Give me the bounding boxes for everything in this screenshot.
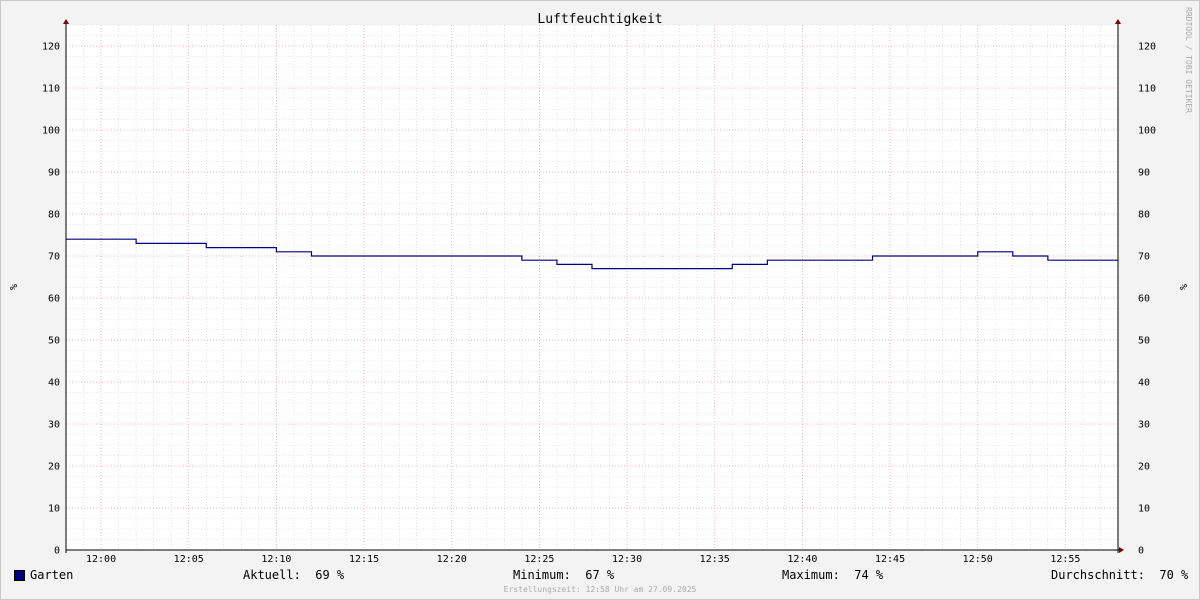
y-tick-label-right: 110 <box>1138 84 1156 95</box>
legend-minimum-label: Minimum: <box>513 568 571 582</box>
y-tick-label-right: 40 <box>1138 378 1150 389</box>
y-tick-label-left: 110 <box>42 84 60 95</box>
legend-current: Aktuell: 69 % <box>243 568 344 582</box>
x-tick-label: 12:40 <box>787 554 817 565</box>
y-tick-label-left: 20 <box>48 462 60 473</box>
x-tick-label: 12:05 <box>174 554 204 565</box>
right-axis-arrow-icon <box>1115 19 1121 24</box>
y-tick-label-left: 120 <box>42 42 60 53</box>
legend-minimum: Minimum: 67 % <box>513 568 614 582</box>
y-tick-label-left: 30 <box>48 420 60 431</box>
chart-svg: 0 10 20 30 40 50 60 70 80 90 100 110 120 0 10 20 30 40 50… <box>7 7 1193 565</box>
legend-average-value: 70 % <box>1159 568 1189 582</box>
y-tick-label-left: 80 <box>48 210 60 221</box>
legend-maximum: Maximum: 74 % <box>782 568 883 582</box>
y-tick-label-right: 50 <box>1138 336 1150 347</box>
y-axis-label-right: % <box>1177 284 1188 290</box>
right-y-tick-labels: 0 10 20 30 40 50 60 70 80 90 100 110 120 <box>1138 42 1156 557</box>
x-tick-labels: 12:00 12:05 12:10 12:15 12:20 12:25 12:30 12:35… <box>86 554 1080 565</box>
legend-current-value: 69 % <box>315 568 345 582</box>
y-axis-label-left: % <box>7 284 18 290</box>
y-tick-label-right: 80 <box>1138 210 1150 221</box>
left-y-tick-labels: 0 10 20 30 40 50 60 70 80 90 100 110 120 <box>42 42 60 557</box>
watermark: RRDTOOL / TOBI OETIKER <box>1184 7 1193 113</box>
legend-maximum-value: 74 % <box>854 568 884 582</box>
y-tick-label-right: 90 <box>1138 168 1150 179</box>
x-tick-label: 12:45 <box>875 554 905 565</box>
x-tick-label: 12:10 <box>261 554 291 565</box>
chart-title: Luftfeuchtigkeit <box>537 12 662 27</box>
footer-timestamp: Erstellungszeit: 12:58 Uhr am 27.09.2025 <box>503 585 697 594</box>
legend-minimum-value: 67 % <box>585 568 615 582</box>
y-tick-label-right: 100 <box>1138 126 1156 137</box>
x-tick-label: 12:35 <box>700 554 730 565</box>
legend-average-label: Durchschnitt: <box>1051 568 1145 582</box>
x-tick-label: 12:50 <box>963 554 993 565</box>
x-tick-label: 12:30 <box>612 554 642 565</box>
y-tick-label-left: 70 <box>48 252 60 263</box>
y-tick-label-left: 40 <box>48 378 60 389</box>
x-tick-label: 12:15 <box>349 554 379 565</box>
x-tick-label: 12:25 <box>524 554 554 565</box>
legend-maximum-label: Maximum: <box>782 568 840 582</box>
y-tick-label-right: 0 <box>1138 546 1144 557</box>
legend-swatch <box>14 570 25 581</box>
y-tick-label-left: 100 <box>42 126 60 137</box>
y-tick-label-left: 60 <box>48 294 60 305</box>
left-axis-arrow-icon <box>63 19 69 24</box>
y-tick-label-right: 20 <box>1138 462 1150 473</box>
legend-series-name: Garten <box>30 568 74 582</box>
x-tick-label: 12:55 <box>1050 554 1080 565</box>
y-tick-label-right: 60 <box>1138 294 1150 305</box>
y-tick-label-right: 70 <box>1138 252 1150 263</box>
x-tick-label: 12:20 <box>437 554 467 565</box>
y-tick-label-right: 120 <box>1138 42 1156 53</box>
legend-current-label: Aktuell: <box>243 568 301 582</box>
x-axis-arrow-icon <box>1119 547 1124 553</box>
legend-average: Durchschnitt: 70 % <box>1051 568 1188 582</box>
y-tick-label-left: 90 <box>48 168 60 179</box>
y-tick-label-right: 30 <box>1138 420 1150 431</box>
x-tick-label: 12:00 <box>86 554 116 565</box>
y-tick-label-right: 10 <box>1138 504 1150 515</box>
y-tick-label-left: 0 <box>54 546 60 557</box>
y-tick-label-left: 50 <box>48 336 60 347</box>
y-tick-label-left: 10 <box>48 504 60 515</box>
